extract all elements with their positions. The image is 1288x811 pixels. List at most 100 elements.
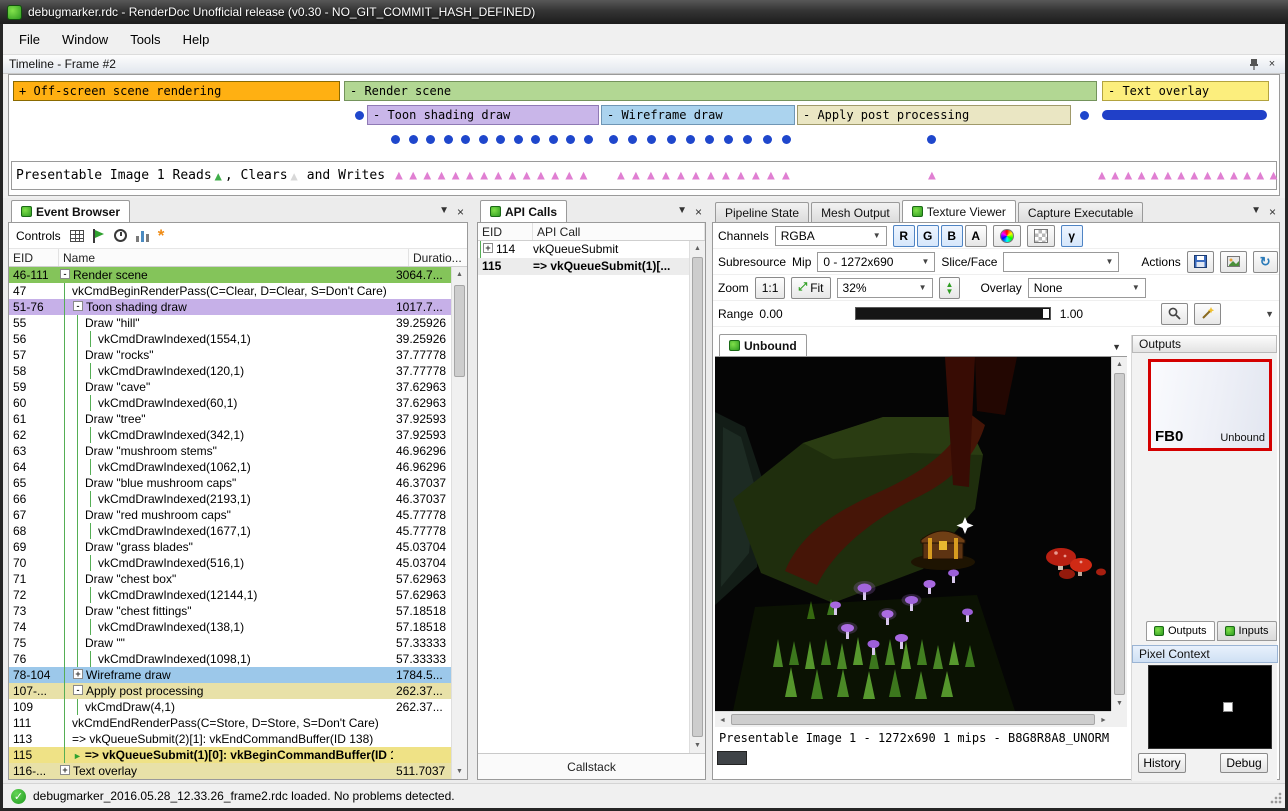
- debug-button[interactable]: Debug: [1220, 753, 1268, 773]
- alpha-background-button[interactable]: [1027, 225, 1055, 247]
- draw-call-dot[interactable]: [444, 135, 453, 144]
- usage-write-triangle[interactable]: ▲: [409, 168, 417, 184]
- menu-item-help[interactable]: Help: [172, 26, 221, 53]
- draw-call-dot[interactable]: [686, 135, 695, 144]
- usage-write-triangle[interactable]: ▲: [1190, 168, 1198, 184]
- event-row[interactable]: 116-...+Text overlay511.7037: [9, 763, 451, 779]
- draw-call-dot[interactable]: [647, 135, 656, 144]
- channel-b-button[interactable]: B: [941, 225, 963, 247]
- event-row[interactable]: 107-...-Apply post processing262.37...: [9, 683, 451, 699]
- fetch-counters-icon[interactable]: [136, 230, 149, 242]
- range-slider-thumb[interactable]: [1043, 309, 1049, 318]
- tab-capture-executable[interactable]: Capture Executable: [1018, 202, 1143, 222]
- usage-write-triangle[interactable]: ▲: [1217, 168, 1225, 184]
- usage-write-triangle[interactable]: ▲: [466, 168, 474, 184]
- usage-write-triangle[interactable]: ▲: [1098, 168, 1106, 184]
- usage-write-triangle[interactable]: ▲: [722, 168, 730, 184]
- texture-list-chevron-icon[interactable]: ▼: [1112, 342, 1121, 352]
- draw-call-dot[interactable]: [426, 135, 435, 144]
- toolbar-overflow-icon[interactable]: ▼: [1265, 309, 1274, 319]
- event-row[interactable]: 74vkCmdDrawIndexed(138,1)57.18518: [9, 619, 451, 635]
- texture-horizontal-scrollbar[interactable]: ◄ ►: [715, 711, 1111, 727]
- range-max-value[interactable]: 1.00: [1060, 307, 1083, 321]
- event-row[interactable]: 73Draw "chest fittings"57.18518: [9, 603, 451, 619]
- scroll-up-icon[interactable]: ▲: [690, 241, 705, 256]
- event-row[interactable]: 115►=> vkQueueSubmit(1)[0]: vkBeginComma…: [9, 747, 451, 763]
- draw-call-dot[interactable]: [496, 135, 505, 144]
- usage-write-triangle[interactable]: ▲: [1256, 168, 1264, 184]
- expander-icon[interactable]: +: [73, 669, 83, 679]
- usage-write-triangle[interactable]: ▲: [647, 168, 655, 184]
- usage-write-triangle[interactable]: ▲: [662, 168, 670, 184]
- api-call-row[interactable]: 115=> vkQueueSubmit(1)[...: [478, 258, 689, 275]
- event-row[interactable]: 78-104+Wireframe draw1784.5...: [9, 667, 451, 683]
- timeline-marker-bar[interactable]: - Toon shading draw: [367, 105, 599, 125]
- scroll-up-icon[interactable]: ▲: [1112, 357, 1127, 372]
- draw-call-dot[interactable]: [549, 135, 558, 144]
- usage-write-triangle[interactable]: ▲: [737, 168, 745, 184]
- pixel-context-view[interactable]: [1148, 665, 1272, 749]
- expander-icon[interactable]: -: [60, 269, 70, 279]
- scroll-up-icon[interactable]: ▲: [452, 267, 467, 282]
- callstack-section[interactable]: Callstack: [478, 753, 705, 779]
- event-row[interactable]: 70vkCmdDrawIndexed(516,1)45.03704: [9, 555, 451, 571]
- timeline-marker-bar[interactable]: - Render scene: [344, 81, 1097, 101]
- event-row[interactable]: 55Draw "hill"39.25926: [9, 315, 451, 331]
- scrollbar-thumb[interactable]: [731, 714, 1095, 725]
- usage-write-triangle[interactable]: ▲: [395, 168, 403, 184]
- event-row[interactable]: 69Draw "grass blades"45.03704: [9, 539, 451, 555]
- scroll-left-icon[interactable]: ◄: [715, 712, 730, 727]
- usage-write-triangle[interactable]: ▲: [523, 168, 531, 184]
- usage-write-triangle[interactable]: ▲: [1243, 168, 1251, 184]
- draw-call-dot[interactable]: [479, 135, 488, 144]
- tab-api-calls[interactable]: API Calls: [480, 200, 567, 222]
- texture-display[interactable]: ▲ ▼ ◄ ►: [715, 357, 1127, 727]
- column-api-call[interactable]: API Call: [533, 223, 705, 240]
- title-bar[interactable]: debugmarker.rdc - RenderDoc Unofficial r…: [0, 0, 1288, 24]
- scroll-down-icon[interactable]: ▼: [1112, 696, 1127, 711]
- tab-unbound-texture[interactable]: Unbound: [719, 334, 807, 356]
- event-row[interactable]: 61Draw "tree"37.92593: [9, 411, 451, 427]
- channel-r-button[interactable]: R: [893, 225, 915, 247]
- usage-write-triangle[interactable]: ▲: [1270, 168, 1278, 184]
- timeline-marker-bar[interactable]: + Off-screen scene rendering: [13, 81, 340, 101]
- event-row[interactable]: 62vkCmdDrawIndexed(342,1)37.92593: [9, 427, 451, 443]
- expander-icon[interactable]: -: [73, 685, 83, 695]
- time-draw-calls-icon[interactable]: [114, 229, 127, 242]
- tab-outputs[interactable]: Outputs: [1146, 621, 1215, 641]
- usage-write-triangle[interactable]: ▲: [423, 168, 431, 184]
- usage-write-triangle[interactable]: ▲: [767, 168, 775, 184]
- event-row[interactable]: 72vkCmdDrawIndexed(12144,1)57.62963: [9, 587, 451, 603]
- menu-item-tools[interactable]: Tools: [119, 26, 171, 53]
- usage-write-triangle[interactable]: ▲: [537, 168, 545, 184]
- timeline-close-icon[interactable]: ×: [1265, 57, 1279, 71]
- event-row[interactable]: 71Draw "chest box"57.62963: [9, 571, 451, 587]
- draw-call-dot[interactable]: [705, 135, 714, 144]
- resize-grip[interactable]: [1270, 792, 1282, 804]
- expander-icon[interactable]: -: [73, 301, 83, 311]
- zoom-fit-button[interactable]: ⤢ Fit: [791, 277, 830, 299]
- scroll-right-icon[interactable]: ►: [1096, 712, 1111, 727]
- menu-item-file[interactable]: File: [8, 26, 51, 53]
- column-duration[interactable]: Duratio...: [409, 249, 467, 266]
- range-slider[interactable]: [855, 307, 1051, 320]
- api-call-row[interactable]: +114vkQueueSubmit: [478, 241, 689, 258]
- column-eid[interactable]: EID: [9, 249, 59, 266]
- column-name[interactable]: Name: [59, 249, 409, 266]
- texture-vertical-scrollbar[interactable]: ▲ ▼: [1111, 357, 1127, 711]
- event-row[interactable]: 46-111-Render scene3064.7...: [9, 267, 451, 283]
- event-row[interactable]: 51-76-Toon shading draw1017.7...: [9, 299, 451, 315]
- timeline-dock-header[interactable]: Timeline - Frame #2 ×: [3, 55, 1285, 74]
- event-row[interactable]: 57Draw "rocks"37.77778: [9, 347, 451, 363]
- menu-item-window[interactable]: Window: [51, 26, 119, 53]
- scroll-down-icon[interactable]: ▼: [690, 738, 705, 753]
- draw-call-dot[interactable]: [927, 135, 936, 144]
- gamma-button[interactable]: γ: [1061, 225, 1083, 247]
- usage-write-triangle[interactable]: ▲: [632, 168, 640, 184]
- draw-call-dot[interactable]: [667, 135, 676, 144]
- goto-resource-button[interactable]: ↻: [1253, 251, 1278, 273]
- autofit-range-button[interactable]: [1161, 303, 1188, 325]
- select-columns-icon[interactable]: [70, 230, 84, 242]
- hdr-mul-button[interactable]: [993, 225, 1021, 247]
- usage-write-triangle[interactable]: ▲: [677, 168, 685, 184]
